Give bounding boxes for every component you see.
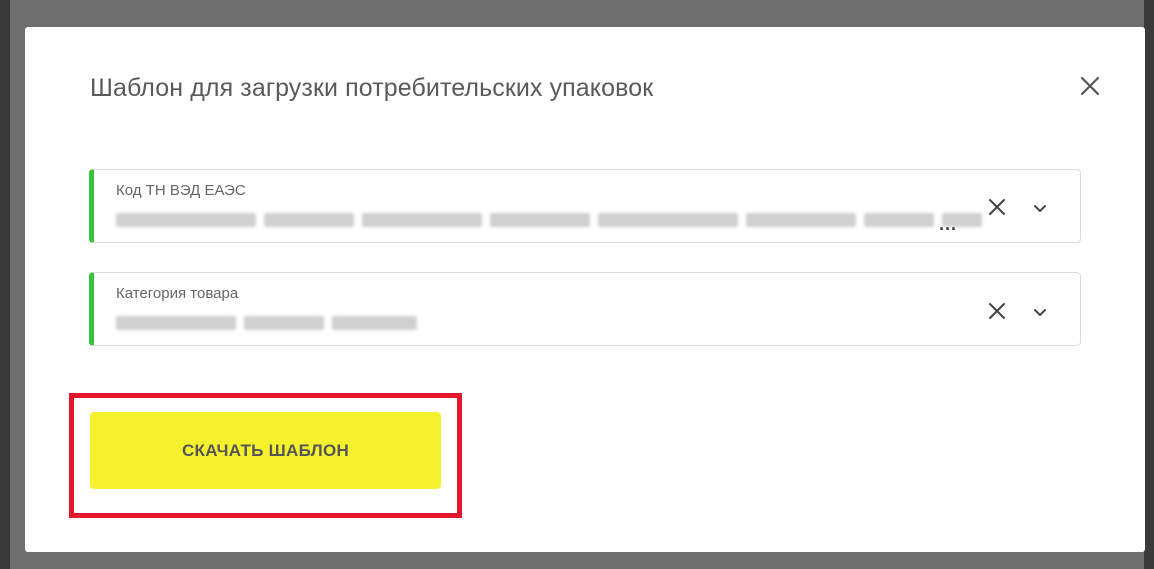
- tnved-code-value-obscured: [116, 210, 982, 230]
- tnved-dropdown-toggle[interactable]: [1031, 199, 1049, 217]
- close-button[interactable]: [1075, 71, 1105, 101]
- tnved-code-label: Код ТН ВЭД ЕАЭС: [116, 182, 246, 199]
- close-icon: [1080, 76, 1100, 96]
- backdrop-edge-left: [0, 0, 10, 569]
- truncated-ellipsis: ...: [939, 214, 958, 234]
- modal-title: Шаблон для загрузки потребительских упак…: [90, 74, 654, 102]
- clear-category-button[interactable]: [987, 301, 1007, 321]
- product-category-label: Категория товара: [116, 285, 239, 302]
- category-dropdown-toggle[interactable]: [1031, 303, 1049, 321]
- tnved-code-select[interactable]: Код ТН ВЭД ЕАЭС ...: [89, 169, 1081, 243]
- annotation-highlight-box: [69, 393, 462, 518]
- chevron-down-icon: [1034, 309, 1046, 316]
- clear-icon: [989, 303, 1005, 319]
- product-category-value-obscured: [116, 313, 417, 333]
- backdrop-edge-right: [1144, 0, 1154, 569]
- clear-icon: [989, 199, 1005, 215]
- product-category-select[interactable]: Категория товара: [89, 272, 1081, 346]
- chevron-down-icon: [1034, 205, 1046, 212]
- clear-tnved-button[interactable]: [987, 197, 1007, 217]
